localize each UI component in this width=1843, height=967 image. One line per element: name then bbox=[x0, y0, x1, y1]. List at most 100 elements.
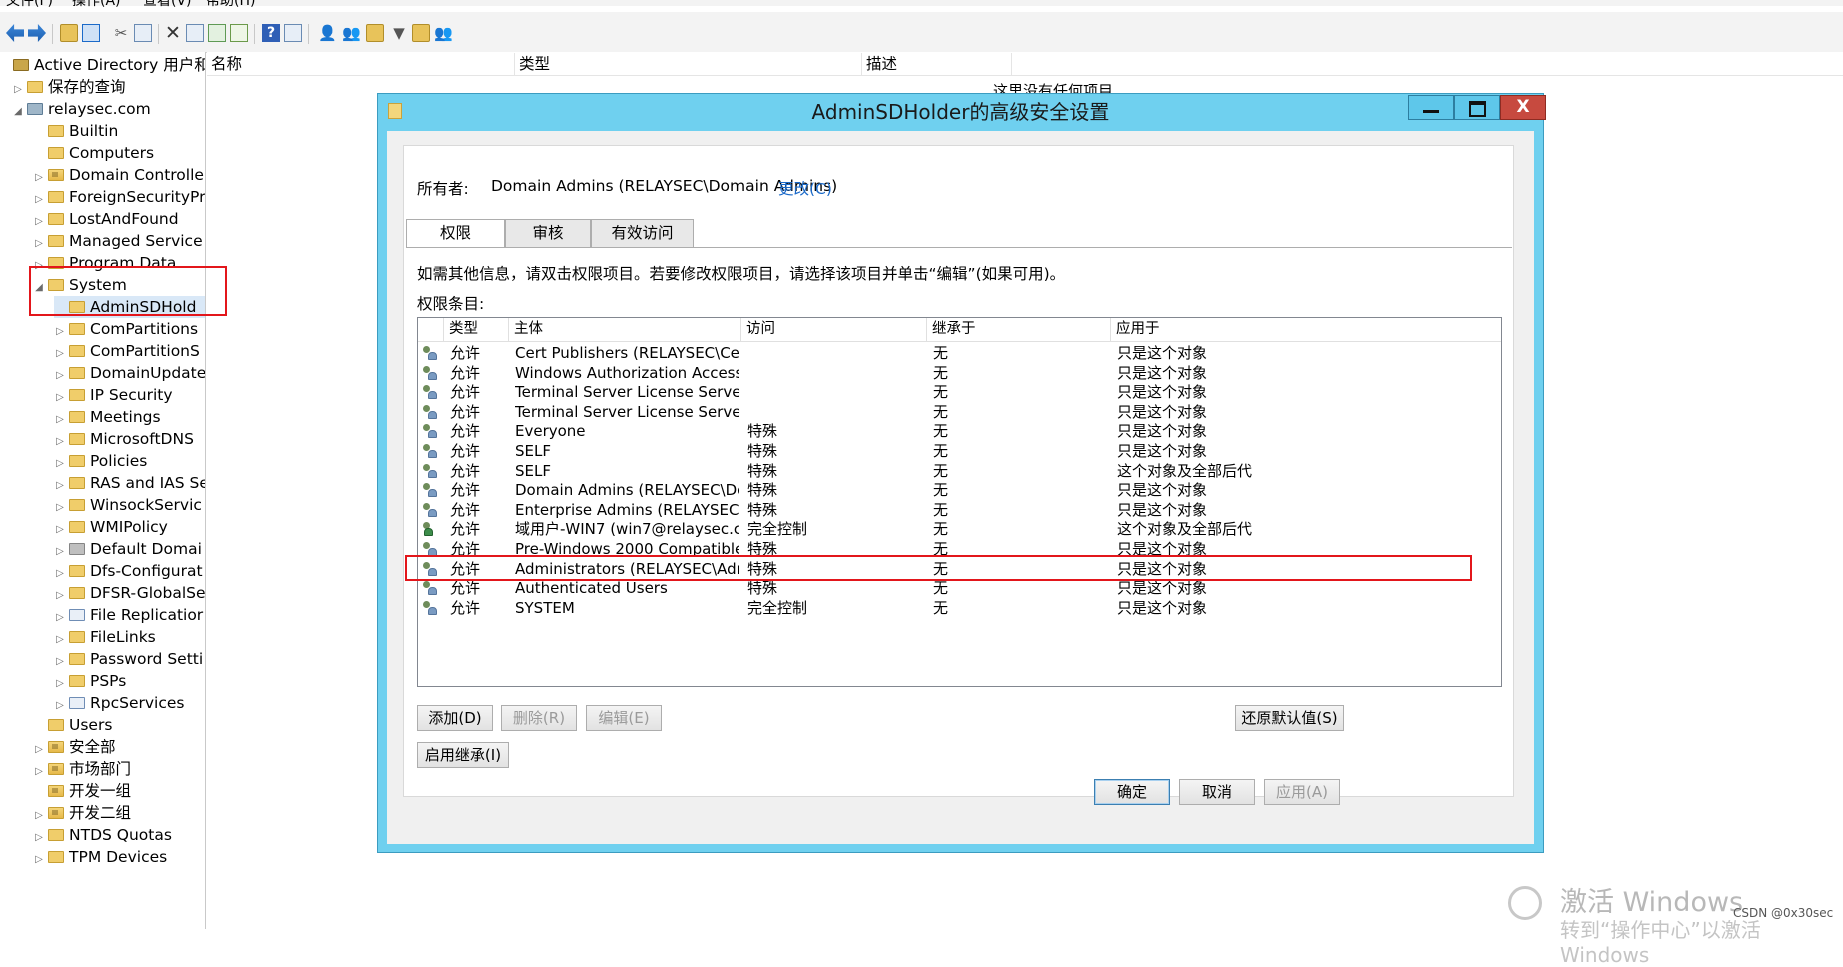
menu-help[interactable]: 帮助(H) bbox=[206, 0, 255, 10]
tree-root[interactable]: Active Directory 用户和 bbox=[10, 54, 205, 76]
domain-icon bbox=[27, 103, 43, 115]
enable-inheritance-button[interactable]: 启用继承(I) bbox=[417, 742, 509, 768]
apply-button[interactable]: 应用(A) bbox=[1264, 779, 1340, 805]
column-name[interactable]: 名称 bbox=[207, 53, 515, 75]
ou-icon bbox=[48, 169, 64, 181]
permission-entries-label: 权限条目: bbox=[417, 295, 485, 313]
new-ou-icon[interactable] bbox=[366, 24, 384, 42]
column-type[interactable]: 类型 bbox=[515, 53, 862, 75]
tree-item[interactable]: ▷ PSPs bbox=[54, 670, 126, 692]
group-icon bbox=[422, 444, 438, 459]
tree-item[interactable]: ▷ DFSR-GlobalSe bbox=[54, 582, 205, 604]
tree-item[interactable]: ▷ Meetings bbox=[54, 406, 160, 428]
menu-action[interactable]: 操作(A) bbox=[72, 0, 121, 10]
tree-item[interactable]: ▷ LostAndFound bbox=[33, 208, 178, 230]
dialog-title: AdminSDHolder的高级安全设置 bbox=[811, 100, 1110, 124]
tree-item[interactable]: ▷ Password Setti bbox=[54, 648, 203, 670]
ok-button[interactable]: 确定 bbox=[1094, 779, 1170, 805]
up-folder-icon[interactable] bbox=[60, 24, 78, 42]
back-icon[interactable] bbox=[6, 24, 24, 42]
tree-item[interactable]: ▷ NTDS Quotas bbox=[33, 824, 172, 846]
tree-item[interactable]: ▷ IP Security bbox=[54, 384, 172, 406]
folder-icon bbox=[27, 81, 43, 93]
tree-item[interactable]: ▷ FileLinks bbox=[54, 626, 156, 648]
view-icon[interactable] bbox=[284, 24, 302, 42]
tree-item[interactable]: ▷ RpcServices bbox=[54, 692, 184, 714]
table-row[interactable]: 允许 SYSTEM 完全控制 无 只是这个对象 bbox=[418, 597, 1501, 620]
column-type[interactable]: 类型 bbox=[444, 318, 509, 341]
tree-item-domain[interactable]: ◢ relaysec.com bbox=[12, 98, 151, 120]
tree-item[interactable]: Users bbox=[33, 714, 112, 736]
close-button[interactable]: X bbox=[1500, 95, 1546, 120]
show-tree-icon[interactable] bbox=[82, 24, 100, 42]
tree-item[interactable]: ▷ Default Domai bbox=[54, 538, 202, 560]
change-owner-link[interactable]: 更改(C) bbox=[778, 177, 832, 199]
tree-item[interactable]: ▷ File Replicatior bbox=[54, 604, 203, 626]
tree-item[interactable]: ▷ TPM Devices bbox=[33, 846, 167, 868]
menu-file[interactable]: 文件(F) bbox=[6, 0, 53, 10]
tab-auditing[interactable]: 审核 bbox=[505, 219, 591, 247]
advanced-security-dialog: AdminSDHolder的高级安全设置 X 所有者: Domain Admin… bbox=[377, 93, 1546, 853]
cut-icon[interactable]: ✂ bbox=[112, 24, 130, 42]
copy-icon[interactable] bbox=[134, 24, 152, 42]
tab-effective-access[interactable]: 有效访问 bbox=[591, 219, 694, 247]
folder-icon bbox=[69, 411, 85, 423]
annotation-highlight-system bbox=[29, 266, 227, 316]
help-icon[interactable]: ? bbox=[262, 24, 280, 42]
annotation-highlight-entry bbox=[405, 555, 1472, 581]
toolbar-separator bbox=[254, 24, 255, 44]
tree-item[interactable]: ▷ 开发二组 bbox=[33, 802, 131, 824]
column-access[interactable]: 访问 bbox=[741, 318, 927, 341]
folder-icon bbox=[69, 499, 85, 511]
folder-icon bbox=[48, 851, 64, 863]
column-principal[interactable]: 主体 bbox=[509, 318, 741, 341]
group-icon bbox=[422, 404, 438, 420]
column-description[interactable]: 描述 bbox=[862, 53, 1012, 75]
tree-item[interactable]: ▷ ForeignSecurityPr bbox=[33, 186, 205, 208]
tree-item[interactable]: ▷ WinsockServic bbox=[54, 494, 202, 516]
column-applies-to[interactable]: 应用于 bbox=[1111, 318, 1501, 341]
owner-label: 所有者: bbox=[417, 180, 469, 198]
tree-item[interactable]: ▷ Domain Controlle bbox=[33, 164, 204, 186]
edit-button[interactable]: 编辑(E) bbox=[586, 705, 662, 731]
tree-item[interactable]: Computers bbox=[33, 142, 154, 164]
minimize-button[interactable] bbox=[1408, 95, 1454, 120]
tree-item[interactable]: Builtin bbox=[33, 120, 118, 142]
tree-item[interactable]: ▷ MicrosoftDNS bbox=[54, 428, 194, 450]
tab-permissions[interactable]: 权限 bbox=[406, 219, 505, 248]
delete-icon[interactable]: ✕ bbox=[164, 24, 182, 43]
tree-item[interactable]: ▷ ComPartitions bbox=[54, 318, 198, 340]
tree-item[interactable]: 开发一组 bbox=[33, 780, 131, 802]
export-list-icon[interactable] bbox=[230, 24, 248, 42]
permission-entries-grid: 类型 主体 访问 继承于 应用于 允许 Cert Publishers (RELA… bbox=[417, 317, 1502, 687]
expand-arrow-icon[interactable]: ▷ bbox=[33, 849, 45, 871]
maximize-button[interactable] bbox=[1454, 95, 1500, 120]
forward-icon[interactable] bbox=[28, 24, 46, 42]
column-inherited-from[interactable]: 继承于 bbox=[927, 318, 1111, 341]
restore-defaults-button[interactable]: 还原默认值(S) bbox=[1235, 705, 1344, 731]
list-header: 名称 类型 描述 bbox=[207, 52, 1843, 76]
folder-icon bbox=[69, 323, 85, 335]
add-to-group-icon[interactable]: 👥 bbox=[434, 24, 453, 42]
menu-view[interactable]: 查看(V) bbox=[143, 0, 192, 10]
tree-item[interactable]: ▷ 保存的查询 bbox=[12, 76, 125, 98]
new-user-icon[interactable]: 👤 bbox=[318, 24, 337, 42]
tree-item[interactable]: ▷ Policies bbox=[54, 450, 147, 472]
collapse-arrow-icon[interactable]: ◢ bbox=[12, 101, 24, 123]
tree-item[interactable]: ▷ WMIPolicy bbox=[54, 516, 168, 538]
cancel-button[interactable]: 取消 bbox=[1179, 779, 1255, 805]
add-button[interactable]: 添加(D) bbox=[417, 705, 493, 731]
tree-item[interactable]: ▷ 市场部门 bbox=[33, 758, 131, 780]
properties-icon[interactable] bbox=[186, 24, 204, 42]
tree-item[interactable]: ▷ 安全部 bbox=[33, 736, 115, 758]
tree-item[interactable]: ▷ RAS and IAS Se bbox=[54, 472, 205, 494]
refresh-icon[interactable] bbox=[208, 24, 226, 42]
tree-item[interactable]: ▷ Managed Service bbox=[33, 230, 202, 252]
find-icon[interactable] bbox=[412, 24, 430, 42]
tree-item[interactable]: ▷ DomainUpdate bbox=[54, 362, 205, 384]
tree-item[interactable]: ▷ ComPartitionS bbox=[54, 340, 200, 362]
filter-icon[interactable]: ▼ bbox=[390, 24, 408, 42]
tree-item[interactable]: ▷ Dfs-Configurat bbox=[54, 560, 202, 582]
new-group-icon[interactable]: 👥 bbox=[342, 24, 361, 42]
remove-button[interactable]: 删除(R) bbox=[501, 705, 577, 731]
